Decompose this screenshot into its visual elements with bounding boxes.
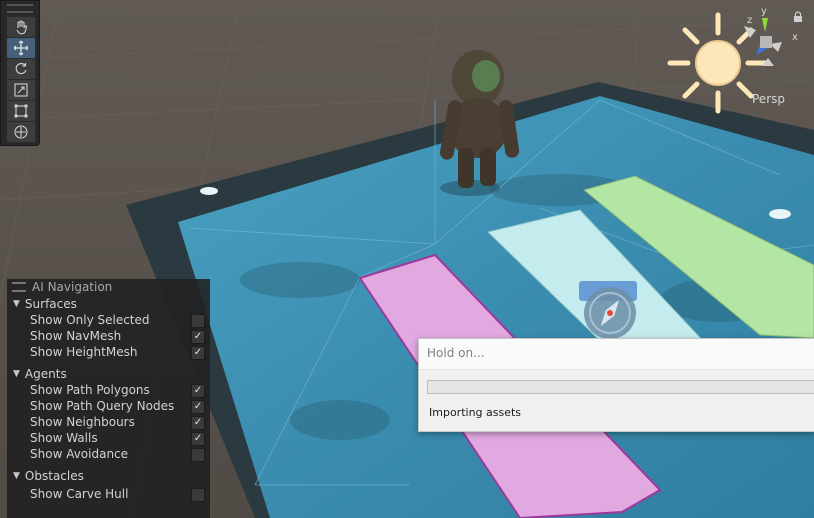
option-show-neighbours: Show Neighbours ✓: [7, 414, 210, 430]
option-label: Show Carve Hull: [30, 487, 129, 501]
option-show-only-selected: Show Only Selected: [7, 312, 210, 328]
option-show-walls: Show Walls ✓: [7, 430, 210, 446]
checkbox-show-navmesh[interactable]: ✓: [191, 330, 205, 344]
option-label: Show Path Query Nodes: [30, 399, 175, 413]
section-label: Obstacles: [24, 468, 84, 483]
transform-icon: [14, 125, 28, 139]
progress-status: Importing assets: [429, 406, 522, 419]
transform-tool-button[interactable]: [6, 121, 36, 143]
expand-arrow-icon[interactable]: ▼: [13, 299, 20, 309]
hand-tool-button[interactable]: [6, 16, 36, 38]
option-label: Show Only Selected: [30, 313, 150, 327]
option-label: Show Avoidance: [30, 447, 129, 461]
checkbox-show-path-polygons[interactable]: ✓: [191, 384, 205, 398]
axis-z-label: z: [747, 15, 752, 26]
progress-dialog: Hold on... Importing assets: [418, 338, 814, 432]
checkbox-show-only-selected[interactable]: [191, 314, 205, 328]
light-spot: [769, 209, 791, 219]
overlay-title: AI Navigation: [32, 280, 113, 294]
rect-tool-button[interactable]: [6, 100, 36, 122]
scale-tool-button[interactable]: [6, 79, 36, 101]
option-show-avoidance: Show Avoidance: [7, 446, 210, 462]
tool-palette: [0, 0, 40, 146]
progress-bar: [427, 380, 814, 394]
axis-y-label: y: [761, 6, 767, 17]
rotate-icon: [15, 62, 27, 75]
checkbox-show-neighbours[interactable]: ✓: [191, 416, 205, 430]
option-show-carve-hull: Show Carve Hull: [7, 486, 210, 502]
expand-arrow-icon[interactable]: ▼: [13, 369, 20, 379]
option-show-path-query-nodes: Show Path Query Nodes ✓: [7, 398, 210, 414]
drag-handle-icon[interactable]: [12, 282, 26, 292]
option-label: Show Neighbours: [30, 415, 135, 429]
option-label: Show NavMesh: [30, 329, 122, 343]
dialog-title: Hold on...: [427, 346, 485, 360]
section-label: Agents: [24, 366, 67, 381]
axis-x-label: x: [792, 32, 798, 43]
scale-icon: [14, 83, 28, 97]
lock-icon[interactable]: [794, 11, 802, 22]
section-label: Surfaces: [24, 296, 77, 311]
rect-icon: [14, 104, 28, 118]
checkbox-show-carve-hull[interactable]: [191, 488, 205, 502]
overlay-header[interactable]: AI Navigation: [7, 279, 210, 295]
palette-grip[interactable]: [7, 1, 33, 13]
section-obstacles[interactable]: ▼ Obstacles: [7, 467, 210, 484]
option-show-heightmesh: Show HeightMesh ✓: [7, 344, 210, 360]
scene-gizmo[interactable]: z y x: [664, 0, 814, 120]
move-icon: [13, 40, 29, 56]
option-label: Show HeightMesh: [30, 345, 138, 359]
checkbox-show-path-query-nodes[interactable]: ✓: [191, 400, 205, 414]
option-label: Show Path Polygons: [30, 383, 150, 397]
checkbox-show-heightmesh[interactable]: ✓: [191, 346, 205, 360]
move-tool-button[interactable]: [6, 37, 36, 59]
rotate-tool-button[interactable]: [6, 58, 36, 80]
section-agents[interactable]: ▼ Agents: [7, 365, 210, 382]
checkbox-show-walls[interactable]: ✓: [191, 432, 205, 446]
checkbox-show-avoidance[interactable]: [191, 448, 205, 462]
hand-icon: [16, 20, 28, 35]
expand-arrow-icon[interactable]: ▼: [13, 471, 20, 481]
option-show-path-polygons: Show Path Polygons ✓: [7, 382, 210, 398]
view-mode-label[interactable]: Persp: [752, 92, 785, 106]
option-show-navmesh: Show NavMesh ✓: [7, 328, 210, 344]
section-surfaces[interactable]: ▼ Surfaces: [7, 295, 210, 312]
option-label: Show Walls: [30, 431, 98, 445]
ai-navigation-overlay: AI Navigation ▼ Surfaces Show Only Selec…: [7, 279, 210, 518]
light-spot: [200, 187, 218, 195]
